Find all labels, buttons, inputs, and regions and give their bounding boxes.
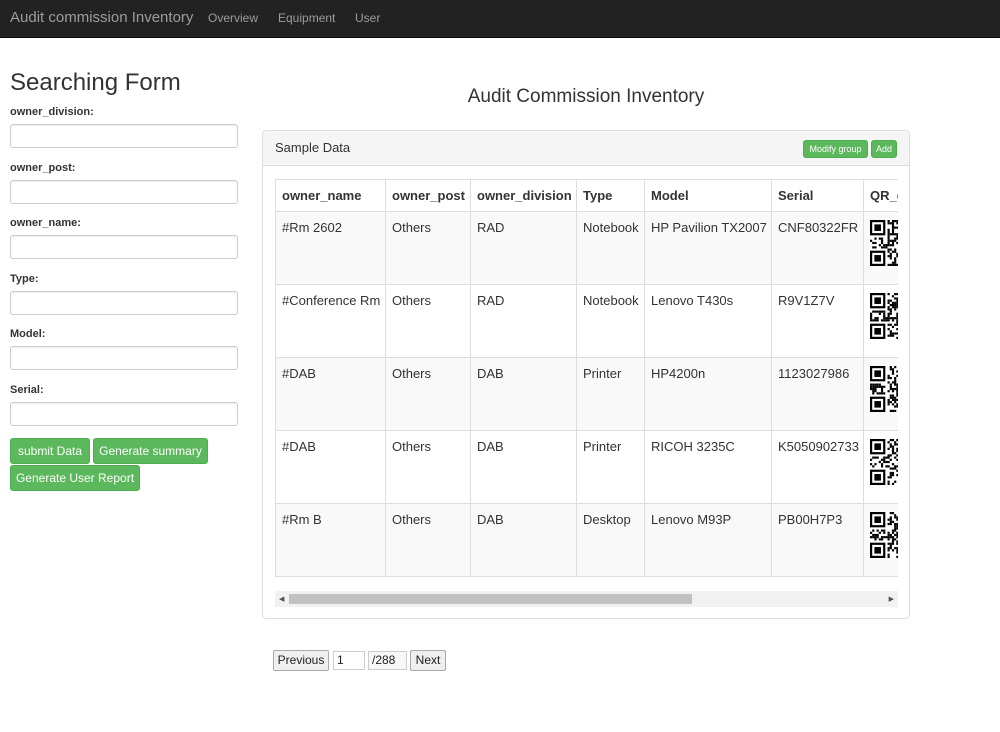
model-input[interactable] xyxy=(10,346,238,370)
cell-qr-code xyxy=(863,284,898,358)
table-row[interactable]: #DAB Others DAB Printer HP4200n 11230279… xyxy=(275,357,898,431)
cell-owner-division: DAB xyxy=(470,357,577,431)
cell-owner-division: DAB xyxy=(470,430,577,504)
table-row[interactable]: #Conference Rm Others RAD Notebook Lenov… xyxy=(275,284,898,358)
scroll-left-arrow-icon[interactable]: ◀ xyxy=(279,595,284,603)
serial-input[interactable] xyxy=(10,402,238,426)
page-title: Audit Commission Inventory xyxy=(467,86,705,107)
owner-name-label: owner_name: xyxy=(10,217,81,229)
cell-owner-post: Others xyxy=(385,284,471,358)
scroll-right-arrow-icon[interactable]: ▶ xyxy=(889,595,894,603)
cell-owner-division: RAD xyxy=(470,211,577,285)
cell-serial: 1123027986 xyxy=(771,357,864,431)
cell-qr-code xyxy=(863,211,898,285)
type-label: Type: xyxy=(10,273,39,285)
cell-type: Printer xyxy=(576,430,645,504)
add-button[interactable]: Add xyxy=(871,140,897,158)
table-scroll-container[interactable]: owner_name owner_post owner_division Typ… xyxy=(275,179,898,577)
table-row[interactable]: #DAB Others DAB Printer RICOH 3235C K505… xyxy=(275,430,898,504)
cell-owner-division: RAD xyxy=(470,284,577,358)
cell-type: Notebook xyxy=(576,211,645,285)
data-panel: Sample Data Modify group Add owner_name … xyxy=(262,130,910,619)
panel-title: Sample Data xyxy=(275,140,351,155)
column-header-owner-post[interactable]: owner_post xyxy=(385,179,471,212)
navbar-brand[interactable]: Audit commission Inventory xyxy=(10,9,193,26)
model-label: Model: xyxy=(10,328,46,340)
cell-owner-name: #DAB xyxy=(275,430,386,504)
generate-summary-button[interactable]: Generate summary xyxy=(93,438,208,464)
cell-qr-code xyxy=(863,430,898,504)
nav-link-equipment[interactable]: Equipment xyxy=(278,11,335,25)
owner-name-input[interactable] xyxy=(10,235,238,259)
qr-code-icon xyxy=(870,512,898,558)
cell-model: Lenovo M93P xyxy=(644,503,772,577)
column-header-serial[interactable]: Serial xyxy=(771,179,864,212)
submit-data-button[interactable]: submit Data xyxy=(10,438,90,464)
table-row[interactable]: #Rm B Others DAB Desktop Lenovo M93P PB0… xyxy=(275,503,898,577)
cell-owner-name: #DAB xyxy=(275,357,386,431)
page-number-input[interactable]: 1 xyxy=(333,651,365,670)
scrollbar-thumb[interactable] xyxy=(289,594,692,604)
column-header-owner-division[interactable]: owner_division xyxy=(470,179,577,212)
owner-division-label: owner_division: xyxy=(10,106,94,118)
cell-owner-post: Others xyxy=(385,211,471,285)
cell-type: Printer xyxy=(576,357,645,431)
serial-label: Serial: xyxy=(10,384,44,396)
qr-code-icon xyxy=(870,293,898,339)
qr-code-icon xyxy=(870,220,898,266)
navbar: Audit commission Inventory Overview Equi… xyxy=(0,0,1000,38)
qr-code-icon xyxy=(870,366,898,412)
cell-owner-name: #Rm B xyxy=(275,503,386,577)
cell-owner-name: #Conference Rm xyxy=(275,284,386,358)
cell-type: Desktop xyxy=(576,503,645,577)
qr-code-icon xyxy=(870,439,898,485)
column-header-qr-code[interactable]: QR_c xyxy=(863,179,898,212)
total-pages-display: /288 xyxy=(368,651,407,670)
cell-owner-division: DAB xyxy=(470,503,577,577)
owner-post-label: owner_post: xyxy=(10,162,76,174)
nav-link-user[interactable]: User xyxy=(355,11,380,25)
nav-link-overview[interactable]: Overview xyxy=(208,11,258,25)
cell-serial: K5050902733 xyxy=(771,430,864,504)
cell-serial: PB00H7P3 xyxy=(771,503,864,577)
cell-model: Lenovo T430s xyxy=(644,284,772,358)
cell-model: RICOH 3235C xyxy=(644,430,772,504)
cell-owner-post: Others xyxy=(385,430,471,504)
generate-user-report-button[interactable]: Generate User Report xyxy=(10,465,140,491)
owner-division-input[interactable] xyxy=(10,124,238,148)
type-input[interactable] xyxy=(10,291,238,315)
cell-serial: R9V1Z7V xyxy=(771,284,864,358)
cell-qr-code xyxy=(863,357,898,431)
column-header-owner-name[interactable]: owner_name xyxy=(275,179,386,212)
cell-serial: CNF80322FR xyxy=(771,211,864,285)
table-header-row: owner_name owner_post owner_division Typ… xyxy=(275,179,898,212)
next-button[interactable]: Next xyxy=(410,650,446,671)
previous-button[interactable]: Previous xyxy=(273,650,329,671)
owner-post-input[interactable] xyxy=(10,180,238,204)
cell-model: HP4200n xyxy=(644,357,772,431)
column-header-type[interactable]: Type xyxy=(576,179,645,212)
cell-owner-post: Others xyxy=(385,503,471,577)
cell-model: HP Pavilion TX2007 xyxy=(644,211,772,285)
inventory-table: owner_name owner_post owner_division Typ… xyxy=(275,179,898,577)
search-form-title: Searching Form xyxy=(10,69,181,96)
cell-owner-post: Others xyxy=(385,357,471,431)
column-header-model[interactable]: Model xyxy=(644,179,772,212)
cell-owner-name: #Rm 2602 xyxy=(275,211,386,285)
horizontal-scrollbar[interactable]: ◀ ▶ xyxy=(275,591,898,607)
cell-qr-code xyxy=(863,503,898,577)
cell-type: Notebook xyxy=(576,284,645,358)
modify-group-button[interactable]: Modify group xyxy=(803,140,868,158)
panel-heading: Sample Data Modify group Add xyxy=(263,131,909,166)
table-row[interactable]: #Rm 2602 Others RAD Notebook HP Pavilion… xyxy=(275,211,898,285)
